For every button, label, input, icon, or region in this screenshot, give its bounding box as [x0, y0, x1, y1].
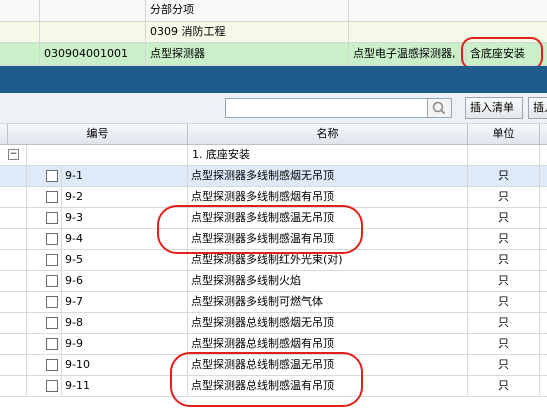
row-code: 9-7	[62, 292, 188, 312]
row-unit: 只	[468, 355, 540, 375]
row-code: 9-5	[62, 250, 188, 270]
table-row[interactable]: 9-6 点型探测器多线制火焰只	[0, 271, 547, 292]
top-grid-cell	[0, 22, 40, 42]
header-name[interactable]: 名称	[188, 124, 468, 144]
row-left-spacer	[26, 292, 62, 312]
row-name: 点型探测器多线制火焰	[188, 271, 468, 291]
row-left-spacer	[26, 334, 62, 354]
row-unit: 只	[468, 334, 540, 354]
row-name: 点型探测器总线制感烟有吊顶	[188, 334, 468, 354]
insert-button[interactable]: 插入	[528, 97, 547, 119]
header-unit[interactable]: 单位	[468, 124, 540, 144]
table-row[interactable]: 9-7 点型探测器多线制可燃气体只	[0, 292, 547, 313]
header-code[interactable]: 编号	[8, 124, 188, 144]
search-icon	[432, 101, 446, 115]
row-left-spacer	[26, 166, 62, 186]
row-code: 9-8	[62, 313, 188, 333]
item-code: 030904001001	[40, 43, 146, 65]
row-left-spacer	[26, 250, 62, 270]
collapse-icon[interactable]: −	[8, 149, 19, 160]
row-unit: 只	[468, 292, 540, 312]
row-name: 点型探测器总线制感烟无吊顶	[188, 313, 468, 333]
group-label: 0309 消防工程	[146, 22, 349, 42]
row-left-spacer	[26, 208, 62, 228]
row-left-spacer	[26, 376, 62, 396]
group-row-cell	[26, 145, 188, 165]
row-left-spacer	[26, 187, 62, 207]
top-grid-cell	[0, 43, 40, 65]
row-code: 9-2	[62, 187, 188, 207]
top-grid-cell	[40, 22, 146, 42]
top-grid-cell	[0, 0, 40, 21]
row-name: 点型探测器多线制可燃气体	[188, 292, 468, 312]
item-description: 点型电子温感探测器,	[349, 43, 466, 65]
top-grid-section-title: 分部分项	[146, 0, 349, 21]
row-code: 9-1	[62, 166, 188, 186]
table-header: 编号 名称 单位	[0, 124, 547, 145]
toolbar: 插入清单 插入	[0, 93, 547, 124]
search-input[interactable]	[225, 98, 428, 118]
row-unit: 只	[468, 376, 540, 396]
row-unit: 只	[468, 187, 540, 207]
row-code: 9-9	[62, 334, 188, 354]
row-unit: 只	[468, 313, 540, 333]
row-name: 点型探测器多线制感烟有吊顶	[188, 187, 468, 207]
group-label-base: 1. 底座安装	[188, 145, 468, 165]
row-unit: 只	[468, 208, 540, 228]
header-blank-right	[540, 124, 547, 144]
item-name: 点型探测器	[146, 43, 349, 65]
header-blank	[0, 124, 8, 144]
group-row-cell	[468, 145, 540, 165]
splitter-band	[0, 66, 547, 93]
row-name: 点型探测器多线制感烟无吊顶	[188, 166, 468, 186]
row-code: 9-6	[62, 271, 188, 291]
row-left-spacer	[26, 355, 62, 375]
table-row[interactable]: 9-8 点型探测器总线制感烟无吊顶只	[0, 313, 547, 334]
row-unit: 只	[468, 229, 540, 249]
top-grid-header-row: 分部分项	[0, 0, 547, 22]
annotation-circle-rows-9-10-9-11	[170, 352, 363, 407]
row-unit: 只	[468, 166, 540, 186]
annotation-circle-rows-9-3-9-4	[157, 205, 363, 254]
row-unit: 只	[468, 250, 540, 270]
insert-list-button[interactable]: 插入清单	[465, 97, 523, 119]
table-row[interactable]: 9-1 点型探测器多线制感烟无吊顶只	[0, 166, 547, 187]
row-left-spacer	[26, 271, 62, 291]
row-left-spacer	[26, 229, 62, 249]
search-button[interactable]	[428, 98, 452, 118]
row-left-spacer	[26, 313, 62, 333]
row-unit: 只	[468, 271, 540, 291]
top-grid-cell	[40, 0, 146, 21]
top-grid-cell	[349, 0, 547, 21]
group-row-base-install[interactable]: − 1. 底座安装	[0, 145, 547, 166]
